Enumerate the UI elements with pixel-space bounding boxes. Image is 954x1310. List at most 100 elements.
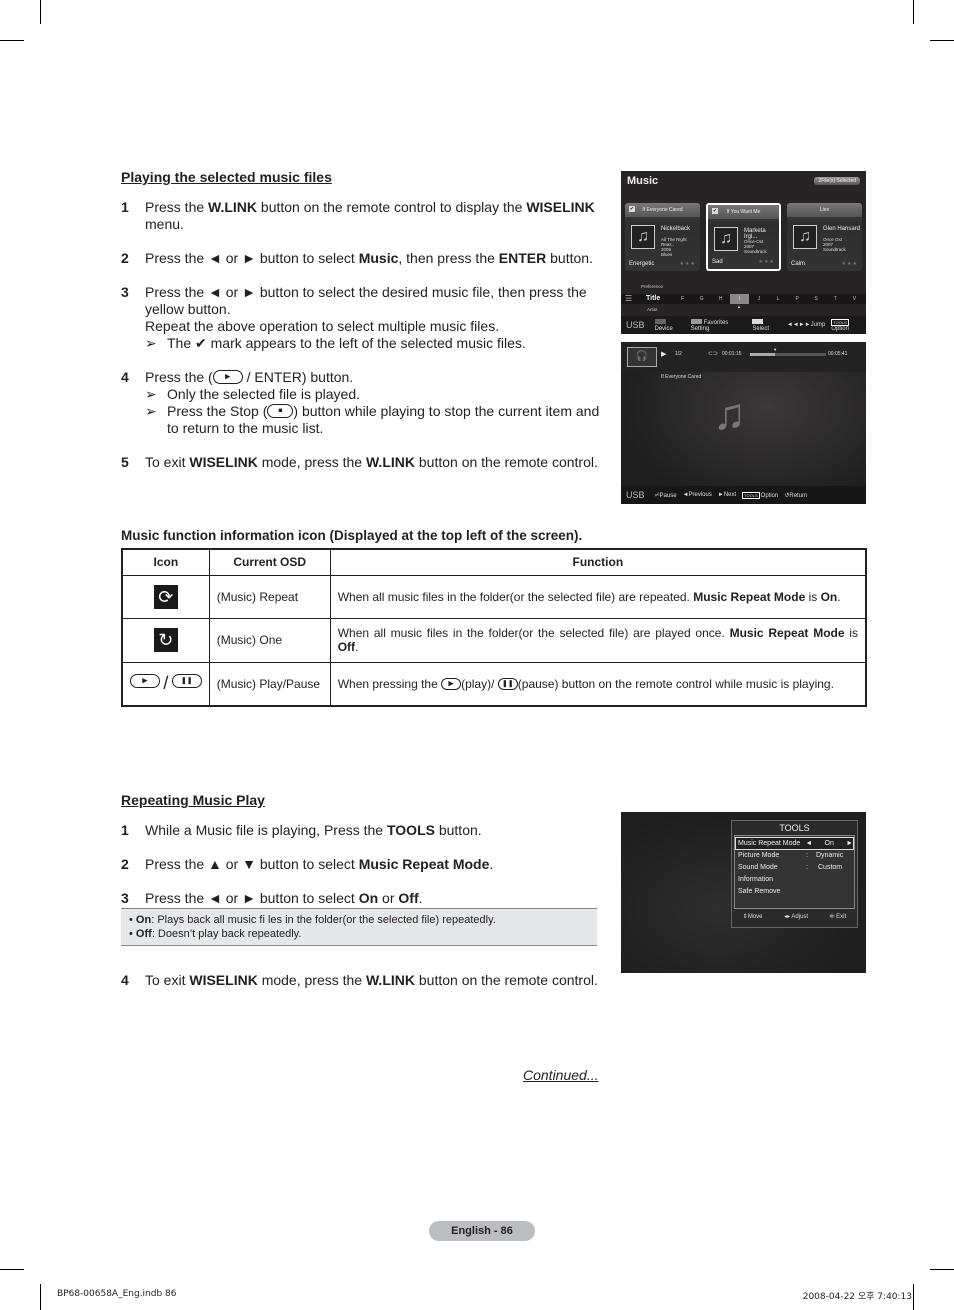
sort-current[interactable]: Title bbox=[646, 294, 660, 304]
adjust-hint: ◂▸ Adjust bbox=[784, 914, 809, 920]
pause-button-icon: ❚❚ bbox=[497, 677, 518, 690]
letter-index-item[interactable]: I bbox=[730, 294, 750, 304]
letter-index-item[interactable]: H bbox=[711, 294, 730, 304]
letter-index-item[interactable]: F bbox=[673, 294, 692, 304]
checkbox-icon[interactable]: ✔ bbox=[712, 208, 718, 214]
letter-index-item[interactable]: P bbox=[788, 294, 807, 304]
crop-mark bbox=[40, 1284, 41, 1310]
step-note: ➢ The ✔ mark appears to the left of the s… bbox=[145, 335, 526, 351]
album-art-thumbnail: 🎧 bbox=[627, 347, 657, 367]
crop-mark bbox=[0, 40, 24, 41]
device-button[interactable]: Device bbox=[654, 318, 685, 332]
rating-stars: ★★★ bbox=[758, 259, 775, 265]
step-note-stop: ➢ Press the Stop (■) button while playing… bbox=[145, 403, 600, 436]
exit-hint[interactable]: ⎆ Exit bbox=[830, 909, 846, 925]
letter-pointer-icon: ▲ bbox=[737, 304, 741, 309]
crop-mark bbox=[930, 40, 954, 41]
step-number: 1 bbox=[121, 199, 129, 215]
right-arrow-icon: ► bbox=[846, 840, 853, 847]
favorites-setting-button[interactable]: Favorites Setting bbox=[690, 318, 747, 332]
step-4: 4 To exit WISELINK mode, press the W.LIN… bbox=[121, 972, 598, 988]
step-5: 5 To exit WISELINK mode, press the W.LIN… bbox=[121, 454, 601, 471]
music-list-screen: Music 2File(s) Selected If Everyone Care… bbox=[621, 171, 866, 334]
arrow-icon: ➢ bbox=[145, 403, 157, 419]
repeat-all-icon: ⟳ bbox=[153, 584, 178, 609]
previous-button[interactable]: ◄Previous bbox=[683, 492, 712, 498]
arrow-icon: ➢ bbox=[145, 335, 157, 351]
progress-fill bbox=[750, 353, 776, 356]
letter-index-item[interactable]: V bbox=[845, 294, 864, 304]
select-button[interactable]: Select bbox=[752, 318, 781, 332]
table-row: ⟳ (Music) Repeat When all music files in… bbox=[121, 574, 867, 619]
checkbox-icon[interactable]: ✔ bbox=[629, 206, 635, 212]
play-button-icon: ▶ bbox=[212, 370, 243, 384]
letter-index-item[interactable]: G bbox=[692, 294, 711, 304]
arrow-icon: ➢ bbox=[145, 386, 157, 402]
step-4: 4 Press the (▶ / ENTER) button. ➢ Only th… bbox=[121, 369, 601, 437]
letter-index-item[interactable]: J bbox=[749, 294, 768, 304]
menu-icon[interactable]: ☰ bbox=[625, 294, 632, 304]
letter-index-item[interactable]: S bbox=[807, 294, 826, 304]
music-note-icon: ♫ bbox=[631, 225, 655, 249]
step-number: 3 bbox=[121, 284, 129, 300]
play-state-icon: ▶ bbox=[661, 351, 667, 358]
footer-timestamp: 2008-04-22 오후 7:40:13 bbox=[802, 1292, 912, 1302]
step-1: 1 While a Music file is playing, Press t… bbox=[121, 822, 482, 838]
step-3: 3 Press the ◄ or ► button to select the … bbox=[121, 284, 601, 352]
music-note-icon: ♫ bbox=[714, 227, 738, 251]
tools-item-sound-mode[interactable]: Sound Mode: Custom bbox=[735, 862, 854, 874]
step-text: To exit WISELINK mode, press the W.LINK … bbox=[145, 454, 598, 470]
step-extra: Repeat the above operation to select mul… bbox=[145, 318, 500, 334]
music-card-selected[interactable]: If You Want Me ✔ ♫ Marketa Irgl... Once-… bbox=[706, 203, 781, 271]
return-button[interactable]: ↺Return bbox=[784, 492, 807, 499]
step-text: Press the W.LINK button on the remote co… bbox=[145, 199, 595, 232]
tools-screen: TOOLS Music Repeat Mode ◄ On ► Picture Mode… bbox=[621, 812, 866, 973]
crop-mark bbox=[930, 1269, 954, 1270]
tools-item-safe-remove[interactable]: Safe Remove bbox=[735, 886, 854, 898]
letter-index: FGHIJLPSTV bbox=[673, 294, 864, 304]
next-button[interactable]: ►Next bbox=[718, 492, 736, 498]
total-time: 00:05:41 bbox=[828, 351, 848, 357]
music-player-screen: 🎧 ▶ 1/2 ⊂⊃ 00:01:15 ▼ 00:05:41 If Everyo… bbox=[621, 342, 866, 504]
pause-button[interactable]: ⏎Pause bbox=[655, 492, 677, 499]
section-title-repeating: Repeating Music Play bbox=[121, 792, 265, 808]
music-card[interactable]: If Everyone Cared ✔ ♫ Nickelback All The… bbox=[625, 203, 700, 271]
tools-item-music-repeat-mode[interactable]: Music Repeat Mode ◄ On ► bbox=[735, 837, 854, 850]
tools-title: TOOLS bbox=[779, 823, 810, 833]
tools-item-information[interactable]: Information bbox=[735, 874, 854, 886]
player-header bbox=[621, 342, 866, 372]
step-2: 2 Press the ▲ or ▼ button to select Musi… bbox=[121, 856, 494, 872]
source-label: USB bbox=[626, 320, 645, 330]
option-button[interactable]: TOOLSOption bbox=[831, 318, 866, 332]
continued-label: Continued... bbox=[523, 1067, 599, 1083]
rating-stars: ★★★ bbox=[679, 261, 696, 267]
step-number: 4 bbox=[121, 369, 129, 385]
music-note-icon: ♫ bbox=[793, 225, 817, 249]
repeat-one-icon: ↻ bbox=[153, 628, 178, 652]
step-note: ➢ Only the selected file is played. bbox=[145, 386, 360, 402]
music-function-table: Icon Current OSD Function ⟳ (Music) Repe… bbox=[121, 548, 867, 707]
step-text: Press the ◄ or ► button to select the de… bbox=[145, 284, 587, 317]
table-section-title: Music function information icon (Display… bbox=[121, 528, 583, 543]
large-music-note-icon: ♫ bbox=[713, 390, 746, 439]
play-button-icon: ▶ bbox=[130, 674, 160, 689]
letter-index-item[interactable]: L bbox=[768, 294, 787, 304]
table-row: ▶ / ❚❚ (Music) Play/Pause When pressing … bbox=[121, 661, 867, 707]
progress-bar[interactable] bbox=[750, 353, 826, 356]
letter-index-item[interactable]: T bbox=[826, 294, 845, 304]
play-button-icon: ▶ bbox=[441, 677, 462, 690]
bottom-bar: USB Device Favorites Setting Select ◄◄►►… bbox=[621, 316, 866, 334]
progress-thumb-icon[interactable]: ▼ bbox=[773, 347, 777, 352]
options-note: • On: Plays back all music fi les in the… bbox=[121, 908, 597, 946]
step-text: Press the ◄ or ► button to select Music,… bbox=[145, 250, 593, 266]
crop-mark bbox=[0, 1269, 24, 1270]
track-index: 1/2 bbox=[675, 351, 682, 357]
step-text: Press the (▶ / ENTER) button. bbox=[145, 369, 354, 385]
track-title: If Everyone Cared bbox=[661, 374, 702, 380]
option-button[interactable]: TOOLSOption bbox=[742, 491, 778, 499]
note-off: • Off: Doesn’t play back repeatedly. bbox=[129, 928, 302, 940]
jump-button[interactable]: ◄◄►►Jump bbox=[787, 322, 825, 328]
rating-stars: ★★★ bbox=[841, 261, 858, 267]
music-card[interactable]: Lies ♫ Glen Hansard Once Ost 2007 Soundtra… bbox=[787, 203, 862, 271]
tools-item-picture-mode[interactable]: Picture Mode: Dynamic bbox=[735, 850, 854, 862]
